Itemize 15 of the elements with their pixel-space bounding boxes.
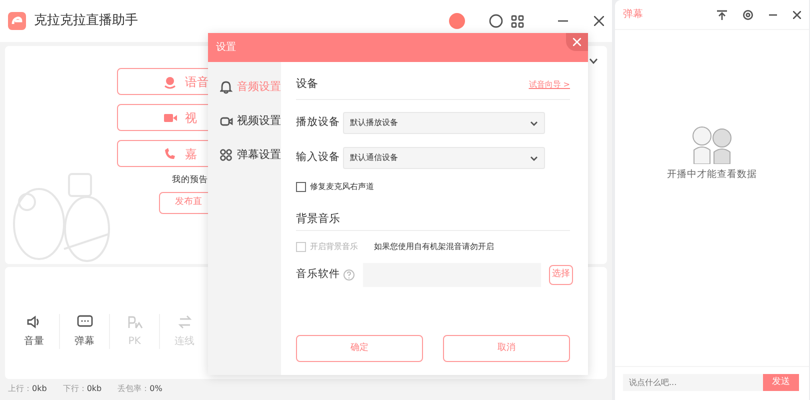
status-text: 上行：0kb [8,383,47,395]
section-heading: 设备 [296,76,318,92]
checkbox-label: 开启背景音乐 [310,241,358,253]
status-text: 下行：0kb [62,383,102,395]
app-title: 克拉克拉直播助手 [34,12,138,30]
field-label: 输入设备 [296,150,341,166]
status-text: 丢包率：0% [118,383,162,395]
section-heading: 背景音乐 [296,211,340,228]
hint-text: 如果您使用自有机架混音请勿开启 [374,241,494,253]
empty-state-text: 开播中才能查看数据 [667,168,757,182]
panel-title: 弹幕 [623,8,644,22]
dialog-title: 设置 [216,40,236,55]
field-label: 播放设备 [296,115,341,130]
notice-text: 我的预告 [172,174,208,187]
field-label: 音乐软件 [296,267,341,282]
